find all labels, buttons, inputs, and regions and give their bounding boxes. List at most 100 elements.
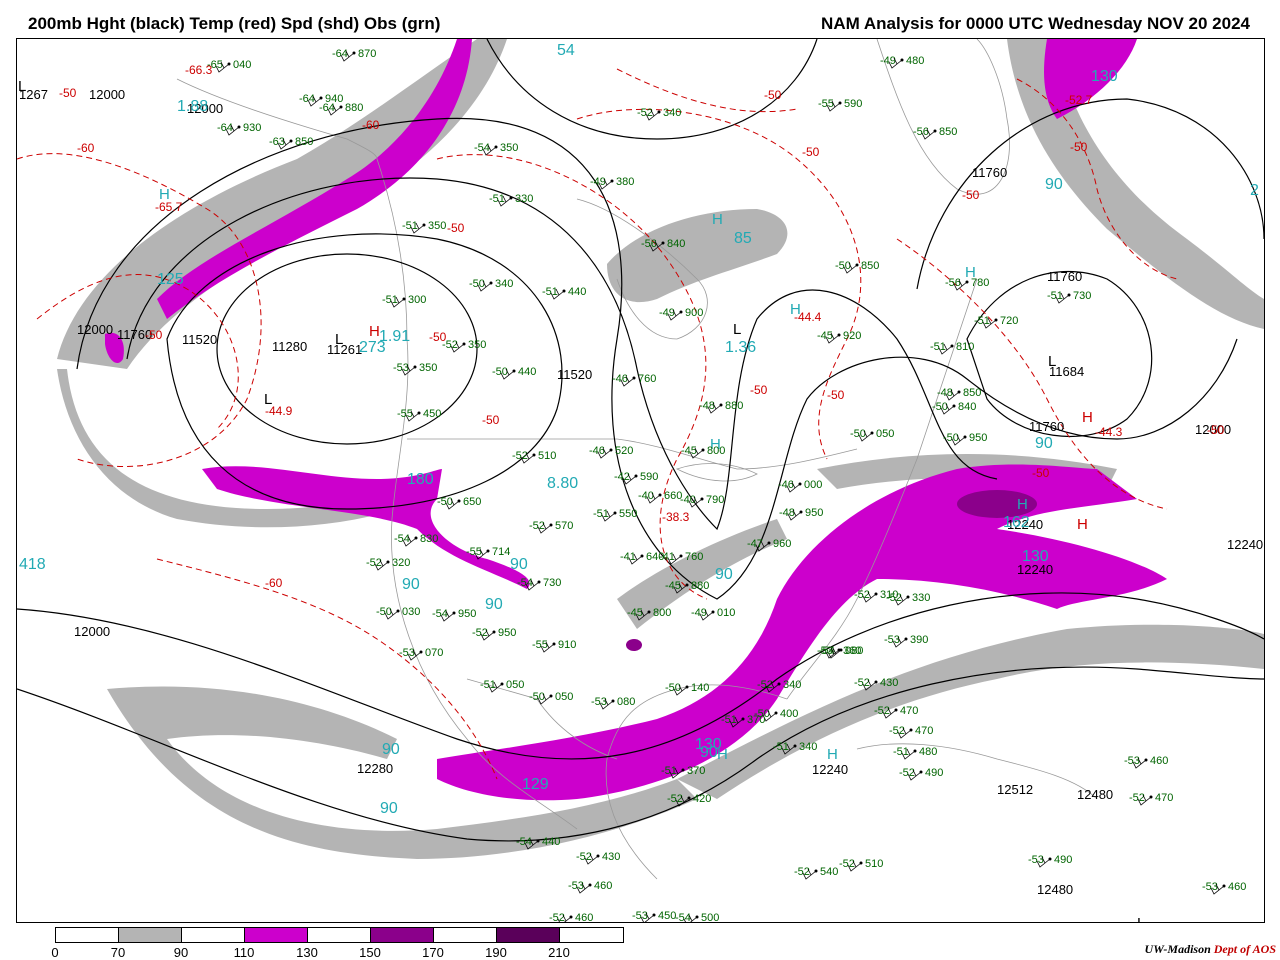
station-height: 430: [880, 677, 898, 689]
station-height: 950: [498, 627, 516, 639]
station-temp: -42: [614, 471, 630, 483]
wind-speed-label: 2: [1250, 182, 1259, 199]
credit-dept: Dept of AOS: [1213, 942, 1276, 956]
station-height: 920: [843, 330, 861, 342]
station-height: 550: [619, 508, 637, 520]
station-plot: -63 850: [269, 136, 313, 150]
station-height: 460: [1228, 881, 1246, 893]
station-height: 760: [638, 373, 656, 385]
station-temp: -40: [680, 494, 696, 506]
station-temp: -51: [1047, 290, 1063, 302]
station-height: 500: [701, 912, 719, 922]
temperature-label: -44.3: [1095, 425, 1123, 439]
legend-swatch: [560, 928, 623, 942]
station-plot: -46 520: [589, 445, 633, 459]
station-height: 050: [555, 691, 573, 703]
temperature-label: -50: [145, 328, 163, 342]
station-plot: -52 340: [637, 107, 681, 121]
station-temp: -50: [665, 682, 681, 694]
station-plot: -52 470: [1129, 792, 1173, 806]
station-plot: -54 730: [517, 577, 561, 591]
high-marker: H: [827, 746, 838, 763]
station-temp: -52: [667, 793, 683, 805]
station-height: 000: [804, 479, 822, 491]
station-height: 910: [558, 639, 576, 651]
station-temp: -48: [699, 400, 715, 412]
station-plot: -52 350: [442, 339, 486, 353]
station-plot: -45 920: [817, 330, 861, 344]
station-height: 350: [500, 142, 518, 154]
station-temp: -45: [681, 445, 697, 457]
legend-swatch: [182, 928, 245, 942]
wind-speed-label: 130: [1022, 548, 1049, 565]
station-temp: -50: [376, 606, 392, 618]
station-temp: -64: [332, 48, 348, 60]
station-height: 440: [568, 286, 586, 298]
credit-label: UW-Madison Dept of AOS: [1145, 942, 1276, 957]
legend-tick-label: 70: [110, 945, 126, 960]
station-temp: -51: [542, 286, 558, 298]
station-height: 570: [555, 520, 573, 532]
low-marker: L: [1137, 915, 1145, 922]
station-plot: -50 050: [529, 691, 573, 705]
station-plot: -51 300: [382, 294, 426, 308]
station-temp: -51: [382, 294, 398, 306]
station-temp: -53: [591, 696, 607, 708]
height-label: 11280: [272, 339, 307, 354]
high-marker: H: [369, 323, 380, 340]
high-marker: H: [1082, 409, 1093, 426]
shade-purple-gulf-spot: [626, 639, 642, 651]
wind-speed-label: 90: [382, 741, 400, 758]
map-panel: 1267 12000 12000 12000 11760 11520 11280 11261 1…: [16, 38, 1265, 932]
station-height: 830: [420, 533, 438, 545]
wind-speed-label: 85: [734, 230, 752, 247]
station-temp: -65: [207, 59, 223, 71]
chart-title-left: 200mb Hght (black) Temp (red) Spd (shd) …: [28, 14, 441, 33]
station-plot: -48 950: [779, 507, 823, 521]
station-height: 780: [971, 277, 989, 289]
station-height: 430: [602, 851, 620, 863]
legend-swatch: [434, 928, 497, 942]
temperature-label: -60: [265, 576, 283, 590]
station-temp: -53: [399, 647, 415, 659]
height-label: 12280: [357, 761, 393, 776]
station-temp: -52: [886, 592, 902, 604]
station-temp: -53: [1028, 854, 1044, 866]
high-marker: H: [717, 746, 728, 763]
wind-speed-label: 162: [1003, 514, 1030, 531]
station-height: 050: [876, 428, 894, 440]
station-plot: -53 460: [1124, 755, 1168, 769]
temperature-label: -52.7: [1065, 93, 1093, 107]
chart-title-right: NAM Analysis for 0000 UTC Wednesday NOV …: [821, 14, 1250, 33]
station-temp: -50: [850, 428, 866, 440]
station-height: 800: [707, 445, 725, 457]
station-temp: -53: [568, 880, 584, 892]
station-height: 490: [1054, 854, 1072, 866]
station-plot: -50 340: [469, 278, 513, 292]
wind-speed-label: 125: [157, 271, 184, 288]
station-height: 730: [543, 577, 561, 589]
station-temp: -53: [817, 645, 833, 657]
wind-speed-label: 8.80: [547, 475, 578, 492]
wind-speed-label: 1.36: [725, 339, 756, 356]
station-temp: -64: [319, 102, 335, 114]
wind-speed-label: 1.91: [379, 328, 410, 345]
station-plot: -52 950: [472, 627, 516, 641]
station-height: 800: [653, 607, 671, 619]
station-height: 030: [402, 606, 420, 618]
station-height: 340: [799, 741, 817, 753]
station-temp: -63: [269, 136, 285, 148]
credit-org: UW-Madison: [1144, 942, 1211, 956]
legend-tick-label: 90: [173, 945, 189, 960]
station-temp: -54: [516, 836, 532, 848]
station-temp: -51: [489, 193, 505, 205]
station-plot: -51 330: [489, 193, 533, 207]
legend-swatch: [497, 928, 560, 942]
station-height: 470: [900, 705, 918, 717]
wind-shading-110: [105, 39, 1167, 801]
station-height: 540: [820, 866, 838, 878]
legend-swatch: [308, 928, 371, 942]
station-height: 880: [345, 102, 363, 114]
station-plot: -50 140: [665, 682, 709, 696]
station-temp: -51: [661, 765, 677, 777]
